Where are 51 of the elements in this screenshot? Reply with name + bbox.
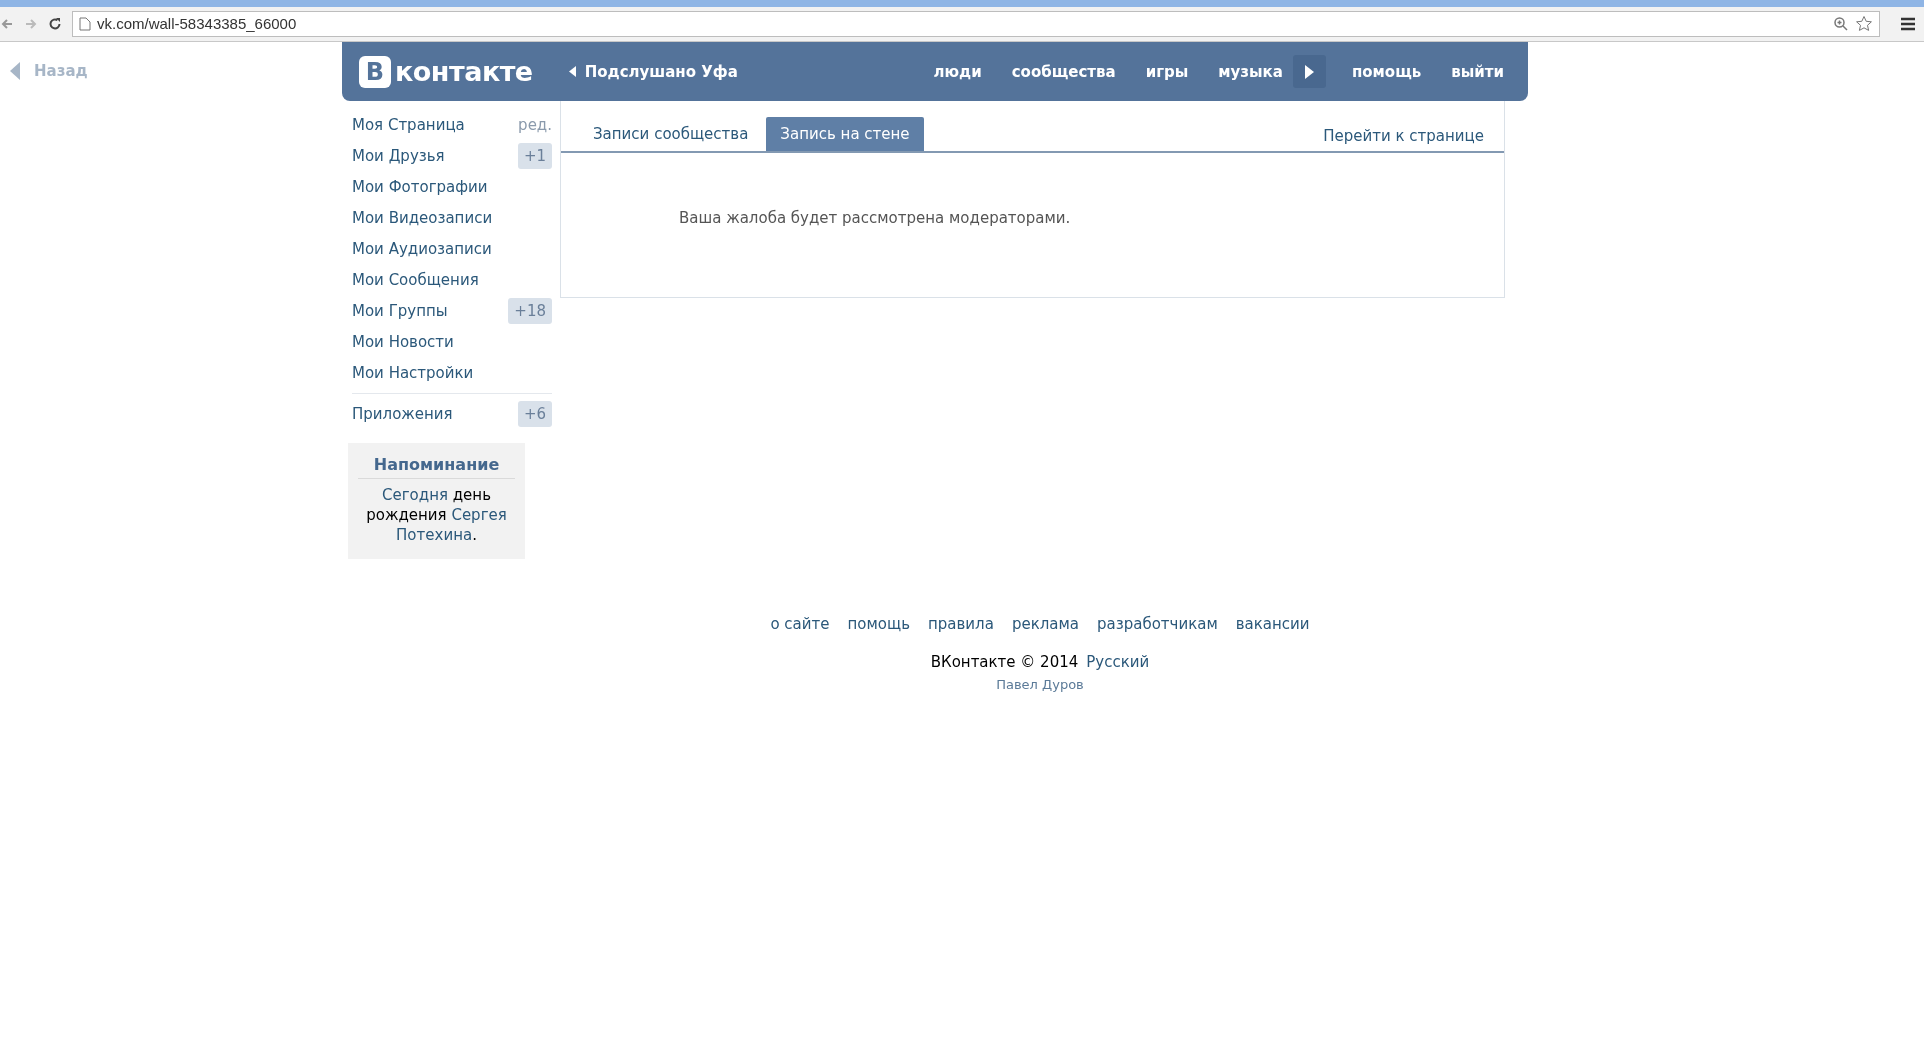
nav-link[interactable]: игры [1145,62,1189,81]
sidebar-item[interactable]: Мои Друзья [352,146,518,165]
sidebar-item[interactable]: Мои Видеозаписи [352,208,552,227]
sidebar-item[interactable]: Мои Новости [352,332,552,351]
address-bar[interactable]: vk.com/wall-58343385_66000 [72,10,1880,37]
left-triangle-icon [568,66,576,77]
left-triangle-icon [10,62,20,80]
star-icon[interactable] [1855,14,1873,33]
reminder-text: Сегодня день рождения Сергея Потехина. [365,485,508,545]
footer-link[interactable]: разработчикам [1097,615,1218,633]
site-logo[interactable]: В контакте [359,55,533,88]
sidebar-item[interactable]: Мои Настройки [352,363,552,382]
reload-icon[interactable] [48,16,62,31]
sidebar-item[interactable]: Мои Аудиозаписи [352,239,552,258]
footer-link[interactable]: помощь [847,615,910,633]
sidebar-item[interactable]: Мои Группы [352,301,509,320]
sidebar-item[interactable]: Мои Фотографии [352,177,552,196]
tab[interactable]: Запись на стене [766,117,924,151]
reminder-title: Напоминание [358,455,515,479]
zoom-icon[interactable] [1833,15,1849,32]
go-to-page-link[interactable]: Перейти к странице [1323,127,1484,151]
footer-link[interactable]: правила [928,615,994,633]
sidebar-item[interactable]: Приложения [352,404,518,423]
reminder-link[interactable]: Сергея [451,506,507,524]
count-badge: +1 [517,142,552,169]
language-link[interactable]: Русский [1086,653,1150,671]
group-link[interactable]: Подслушано Уфа [568,62,738,81]
back-arrow-icon[interactable] [0,16,14,31]
sidebar-item[interactable]: Мои Сообщения [352,270,552,289]
play-button[interactable] [1292,55,1326,88]
nav-link[interactable]: помощь [1351,62,1422,81]
count-badge: +18 [508,297,552,324]
footer-link[interactable]: о сайте [770,615,830,633]
page-icon [79,16,91,31]
nav-link[interactable]: музыка [1218,62,1283,81]
play-icon [1304,64,1314,79]
nav-link[interactable]: сообщества [1011,62,1116,81]
nav-link[interactable]: выйти [1451,62,1504,81]
footer-link[interactable]: вакансии [1235,615,1310,633]
reminder-link[interactable]: Потехина [396,526,473,544]
sidebar-item[interactable]: Моя Страница [352,115,519,134]
reminder-link[interactable]: Сегодня [382,486,448,504]
footer-link[interactable]: реклама [1011,615,1079,633]
count-badge: +6 [517,400,552,427]
tab[interactable]: Записи сообщества [579,117,763,151]
author-link[interactable]: Павел Дуров [996,677,1084,692]
menu-icon[interactable] [1900,16,1916,31]
nav-link[interactable]: люди [933,62,982,81]
status-message: Ваша жалоба будет рассмотрена модераторами. [679,209,1072,227]
url-text: vk.com/wall-58343385_66000 [97,15,297,32]
copyright-text: ВКонтакте © 2014 [930,653,1079,671]
